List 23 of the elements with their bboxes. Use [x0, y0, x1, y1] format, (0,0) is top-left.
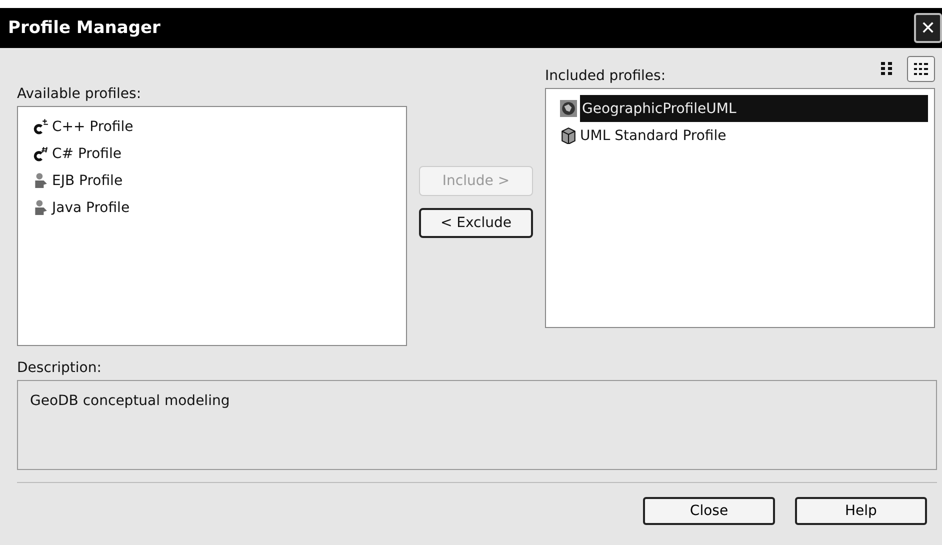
list-item[interactable]: UML Standard Profile [552, 122, 928, 149]
list-label: Available profiles: [17, 86, 142, 102]
list-item[interactable]: Java Profile [24, 194, 400, 221]
window-title: Profile Manager [8, 18, 160, 38]
list-label: Included profiles: [545, 68, 666, 84]
list-item[interactable]: C# Profile [24, 140, 400, 167]
package-icon [560, 127, 577, 144]
dialog-button[interactable]: Help [795, 497, 927, 525]
c-letter-icon [32, 118, 49, 135]
dot-grid-icon [880, 61, 894, 77]
c-letter-icon [32, 145, 49, 162]
dialog-button[interactable]: Close [643, 497, 775, 525]
description-label: Description: [17, 360, 102, 376]
details-view-button[interactable] [907, 56, 935, 82]
list-item[interactable]: EJB Profile [24, 167, 400, 194]
person-icon [32, 199, 49, 216]
person-icon [32, 172, 49, 189]
list-item[interactable]: C++ Profile [24, 113, 400, 140]
details-list-icon [913, 61, 929, 77]
move-button[interactable]: < Exclude [419, 208, 533, 238]
close-button[interactable]: ✕ [914, 13, 942, 43]
globe-icon [560, 100, 577, 117]
description-text: GeoDB conceptual modeling [30, 393, 230, 409]
